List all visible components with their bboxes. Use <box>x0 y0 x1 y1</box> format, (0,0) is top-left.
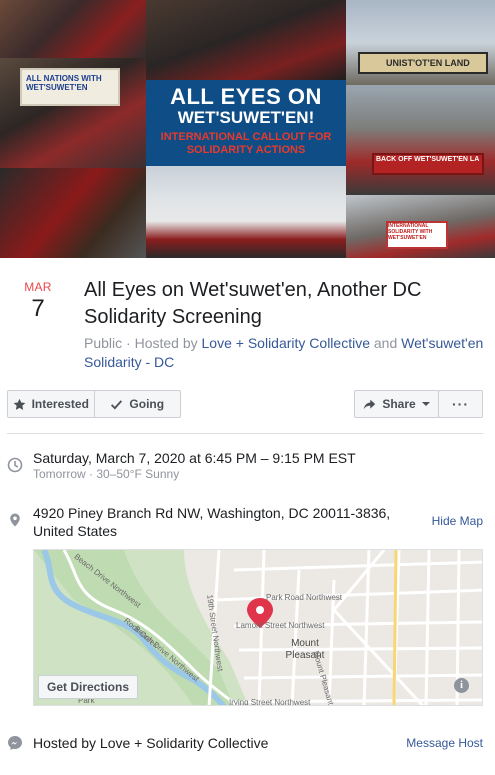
caret-down-icon <box>421 402 430 406</box>
going-label: Going <box>129 397 165 411</box>
host-link-love-solidarity[interactable]: Love + Solidarity Collective <box>202 335 370 351</box>
rsvp-button-group: Interested Going <box>7 390 181 418</box>
location-pin-icon <box>10 513 20 527</box>
share-label: Share <box>382 397 416 411</box>
interested-button[interactable]: Interested <box>8 391 94 417</box>
hide-map-link[interactable]: Hide Map <box>432 514 483 528</box>
share-button[interactable]: Share <box>354 390 439 418</box>
cover-headline-line1: ALL EYES ON <box>170 84 322 109</box>
cover-sign-text: ALL NATIONS WITH WET'SUWET'EN <box>26 74 102 92</box>
cover-photo-tile <box>146 166 346 258</box>
cover-photo-tile <box>0 168 146 258</box>
interested-label: Interested <box>31 397 89 411</box>
event-weather: Tomorrow · 30–50°F Sunny <box>33 467 180 481</box>
privacy-label: Public <box>84 335 123 351</box>
more-options-button[interactable]: ··· <box>438 390 483 418</box>
hosted-by-prefix: · Hosted by <box>126 335 198 351</box>
and-text: and <box>373 335 398 351</box>
event-cover-photo[interactable]: UNIST'OT'EN LAND ALL NATIONS WITH WET'SU… <box>0 0 495 258</box>
event-datetime: Saturday, March 7, 2020 at 6:45 PM – 9:1… <box>33 450 356 466</box>
going-button[interactable]: Going <box>93 391 181 417</box>
hosted-by-text: Hosted by Love + Solidarity Collective <box>33 735 269 751</box>
location-map[interactable]: Park Road Northwest Lamont Street Northw… <box>33 549 483 706</box>
messenger-icon <box>8 736 22 750</box>
cover-photo-tile: BACK OFF WET'SUWET'EN LA <box>346 85 495 195</box>
cover-photo-tile: UNIST'OT'EN LAND <box>346 0 495 85</box>
event-title: All Eyes on Wet'suwet'en, Another DC Sol… <box>84 279 422 328</box>
checkmark-icon <box>111 399 123 409</box>
cover-photo-tile <box>146 0 346 80</box>
section-divider <box>7 433 483 434</box>
event-month: MAR <box>24 280 52 294</box>
event-address[interactable]: 4920 Piney Branch Rd NW, Washington, DC … <box>33 504 403 540</box>
map-label-park-road: Park Road Northwest <box>266 593 343 602</box>
event-day: 7 <box>31 295 45 322</box>
message-host-link[interactable]: Message Host <box>406 736 483 750</box>
cover-headline-line3: INTERNATIONAL CALLOUT FOR SOLIDARITY ACT… <box>160 131 332 156</box>
star-icon <box>13 398 25 410</box>
cover-sign-text: UNIST'OT'EN LAND <box>386 58 470 68</box>
cover-sign-text: BACK OFF WET'SUWET'EN LA <box>376 156 480 163</box>
map-label-lamont: Lamont Street Northwest <box>236 621 325 630</box>
map-label-irving: Irving Street Northwest <box>229 698 311 706</box>
cover-headline: ALL EYES ON WET'SUWET'EN! INTERNATIONAL … <box>146 80 346 166</box>
more-options-icon: ··· <box>452 396 469 412</box>
cover-photo-tile: ALL NATIONS WITH WET'SUWET'EN <box>0 58 146 168</box>
cover-photo-tile: INTERNATIONAL SOLIDARITY WITH WET'SUWET'… <box>346 195 495 258</box>
clock-icon <box>7 457 23 473</box>
event-date-badge: MAR 7 <box>12 280 64 324</box>
map-info-icon[interactable]: i <box>454 678 469 693</box>
event-hosts-line: Public · Hosted by Love + Solidarity Col… <box>84 334 484 372</box>
cover-photo-tile <box>0 0 146 58</box>
share-arrow-icon <box>364 399 376 409</box>
cover-sign-text: INTERNATIONAL SOLIDARITY WITH WET'SUWET'… <box>388 223 433 241</box>
get-directions-button[interactable]: Get Directions <box>38 675 139 699</box>
cover-headline-line2: WET'SUWET'EN! <box>177 108 315 127</box>
